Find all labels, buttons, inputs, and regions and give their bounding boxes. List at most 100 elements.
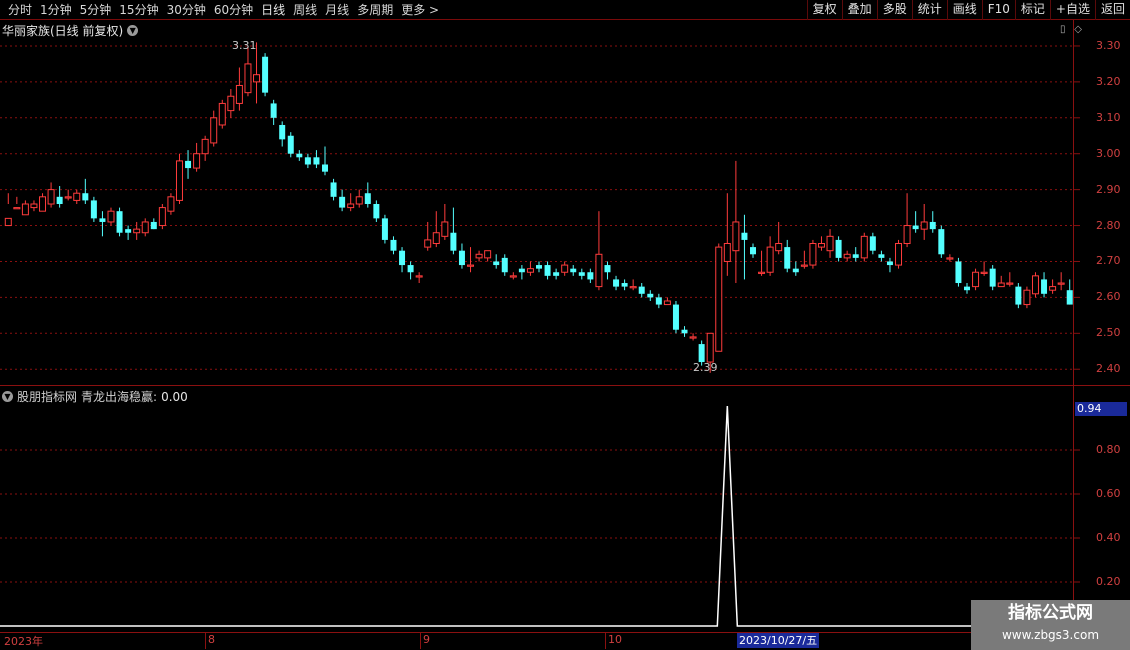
stock-title: 华丽家族(日线 前复权): [2, 24, 124, 38]
price-axis-label: 2.70: [1096, 254, 1121, 268]
candle: [339, 189, 346, 212]
candle: [800, 250, 808, 269]
candle: [125, 225, 132, 240]
period-tab[interactable]: 30分钟: [163, 2, 210, 18]
candle: [475, 250, 483, 262]
candle: [647, 290, 654, 301]
toolbar-button[interactable]: 复权: [806, 0, 842, 20]
price-axis-label: 2.50: [1096, 326, 1121, 340]
period-tab[interactable]: 月线: [321, 2, 353, 18]
candle: [920, 204, 928, 240]
candle: [1015, 283, 1022, 309]
candle: [235, 67, 243, 111]
period-tab[interactable]: 5分钟: [76, 2, 116, 18]
candle: [895, 239, 903, 269]
candle: [150, 218, 157, 230]
indicator-formula-value: 0.00: [161, 389, 188, 404]
candle: [587, 268, 594, 284]
candle: [766, 236, 774, 276]
candle: [90, 196, 97, 222]
candle: [1031, 272, 1039, 298]
indicator-panel[interactable]: ▼ 股朋指标网 青龙出海稳赢: 0.00 0.94 0.80 0.60 0.40 0.…: [0, 386, 1130, 631]
candle: [116, 207, 123, 237]
candlestick-chart[interactable]: [0, 20, 1130, 385]
candle: [903, 193, 911, 248]
period-tab[interactable]: 1分钟: [36, 2, 76, 18]
toolbar-button[interactable]: 叠加: [841, 0, 877, 20]
candle: [663, 297, 671, 306]
candle: [210, 110, 218, 147]
candle: [218, 99, 226, 129]
candle: [852, 247, 859, 262]
toolbar-button[interactable]: 返回: [1094, 0, 1130, 20]
candle: [64, 189, 72, 201]
candle: [775, 221, 783, 255]
candle: [47, 182, 55, 208]
candle: [201, 135, 209, 161]
date-label-aug: 8: [208, 633, 215, 646]
candle: [980, 261, 988, 276]
period-tab[interactable]: 更多 >: [397, 2, 443, 18]
right-toolbar: 复权 叠加 多股 统计 画线 F10 标记 +自选 返回: [806, 0, 1130, 20]
candle: [501, 254, 508, 276]
price-panel[interactable]: 华丽家族(日线 前复权) ▼ ◇ ▯ 3.30 3.20 3.10 3.00 2.90 2…: [0, 20, 1130, 385]
candle: [723, 193, 731, 276]
candle: [570, 265, 577, 276]
candle: [347, 193, 355, 212]
period-tab[interactable]: 日线: [257, 2, 289, 18]
toolbar-button[interactable]: 统计: [911, 0, 947, 20]
chevron-down-icon[interactable]: ▼: [127, 25, 139, 36]
candle: [364, 182, 371, 208]
period-tab[interactable]: 60分钟: [210, 2, 257, 18]
period-tab[interactable]: 分时: [4, 2, 36, 18]
toolbar-button[interactable]: 标记: [1014, 0, 1050, 20]
candle: [595, 211, 603, 291]
candle: [432, 211, 440, 248]
toolbar-button[interactable]: 画线: [946, 0, 982, 20]
period-tab[interactable]: 多周期: [353, 2, 397, 18]
candle: [938, 225, 945, 258]
candle: [167, 193, 175, 215]
candle: [21, 200, 29, 216]
price-panel-header: 华丽家族(日线 前复权) ▼: [2, 22, 139, 39]
candle: [689, 333, 697, 341]
toolbar-button[interactable]: +自选: [1049, 0, 1095, 20]
candle: [732, 160, 740, 284]
date-label-oct: 10: [608, 633, 622, 646]
chevron-down-icon[interactable]: ▼: [2, 391, 13, 402]
panel-toggle-icon[interactable]: ▯: [1060, 24, 1072, 35]
candle: [193, 142, 201, 172]
date-axis: 2023年 8 9 10 2023/10/27/五: [0, 633, 1130, 650]
period-tab[interactable]: 15分钟: [115, 2, 162, 18]
candle: [843, 250, 851, 262]
candle: [750, 243, 756, 258]
candle: [604, 261, 611, 280]
candle: [544, 261, 551, 280]
candle: [826, 229, 834, 258]
candle: [133, 221, 141, 240]
watermark: 指标公式网 www.zbgs3.com: [971, 600, 1130, 650]
indicator-axis-label: 0.40: [1096, 531, 1121, 544]
candle: [1023, 286, 1031, 309]
date-tick: [605, 633, 606, 649]
period-tab[interactable]: 周线: [289, 2, 321, 18]
candle: [672, 300, 679, 334]
date-tick: [205, 633, 206, 649]
indicator-chart[interactable]: [0, 386, 1130, 631]
candle: [989, 265, 996, 291]
candle: [484, 250, 492, 262]
indicator-source: 股朋指标网: [17, 390, 78, 404]
candle: [553, 268, 560, 280]
candle: [39, 193, 47, 212]
candle: [227, 89, 235, 118]
candle: [912, 211, 919, 233]
toolbar-button[interactable]: 多股: [876, 0, 912, 20]
toolbar: 分时 1分钟 5分钟 15分钟 30分钟 60分钟 日线 周线 月线 多周期 更多 > 复权 叠加 多股…: [0, 0, 1130, 20]
candle: [73, 189, 81, 204]
candle: [1066, 279, 1073, 305]
toolbar-button[interactable]: F10: [981, 0, 1015, 20]
candle: [141, 218, 149, 237]
candle: [381, 214, 388, 244]
panel-options-icon[interactable]: ◇: [1074, 24, 1082, 35]
candle: [450, 207, 457, 255]
